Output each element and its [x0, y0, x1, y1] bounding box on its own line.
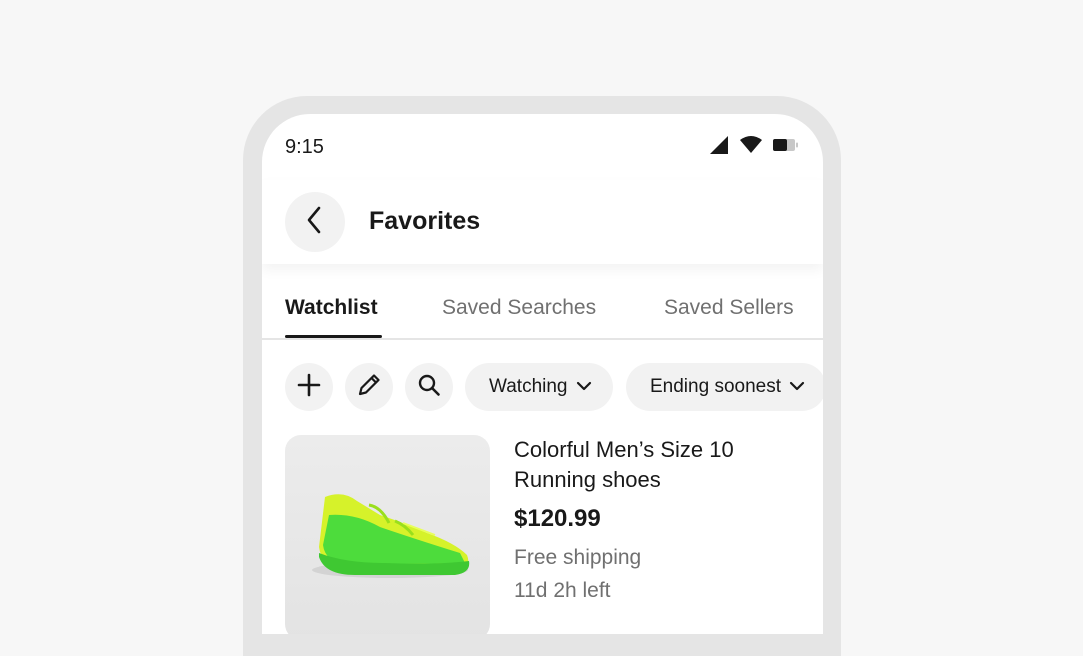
page-title: Favorites	[369, 207, 481, 235]
search-icon	[417, 373, 441, 402]
signal-icon	[709, 135, 729, 160]
tab-bar: Watchlist Saved Searches Saved Sellers	[262, 264, 823, 340]
item-time-left: 11d 2h left	[514, 579, 611, 602]
search-button[interactable]	[405, 363, 453, 411]
edit-button[interactable]	[345, 363, 393, 411]
item-price: $120.99	[514, 505, 601, 532]
tab-saved-sellers[interactable]: Saved Sellers	[664, 296, 794, 320]
wifi-icon	[739, 135, 763, 160]
tab-saved-searches[interactable]: Saved Searches	[442, 296, 596, 320]
phone-screen: 9:15 Favorites Watchlist Saved Searches …	[262, 114, 823, 634]
chevron-left-icon	[304, 205, 326, 240]
item-title[interactable]: Colorful Men’s Size 10 Running shoes	[514, 435, 774, 495]
status-icons	[709, 135, 799, 160]
filter-watching[interactable]: Watching	[465, 363, 613, 411]
item-shipping: Free shipping	[514, 546, 642, 569]
sort-label: Ending soonest	[650, 376, 781, 397]
app-header: Favorites	[262, 180, 823, 264]
battery-icon	[773, 138, 799, 157]
tab-watchlist[interactable]: Watchlist	[285, 296, 378, 320]
shoe-image-icon	[312, 494, 470, 578]
back-button[interactable]	[285, 192, 345, 252]
status-time: 9:15	[285, 136, 324, 158]
pencil-icon	[356, 372, 382, 403]
active-tab-indicator	[285, 335, 382, 338]
status-bar: 9:15	[262, 114, 823, 180]
item-image[interactable]	[285, 435, 490, 634]
plus-icon	[297, 373, 321, 402]
chevron-down-icon	[576, 376, 592, 398]
chevron-down-icon	[789, 376, 805, 398]
add-button[interactable]	[285, 363, 333, 411]
filter-watching-label: Watching	[489, 376, 568, 397]
sort-ending-soonest[interactable]: Ending soonest	[626, 363, 823, 411]
list-item[interactable]: Colorful Men’s Size 10 Running shoes $12…	[285, 435, 805, 634]
watchlist-toolbar: Watching Ending soonest	[285, 363, 823, 411]
